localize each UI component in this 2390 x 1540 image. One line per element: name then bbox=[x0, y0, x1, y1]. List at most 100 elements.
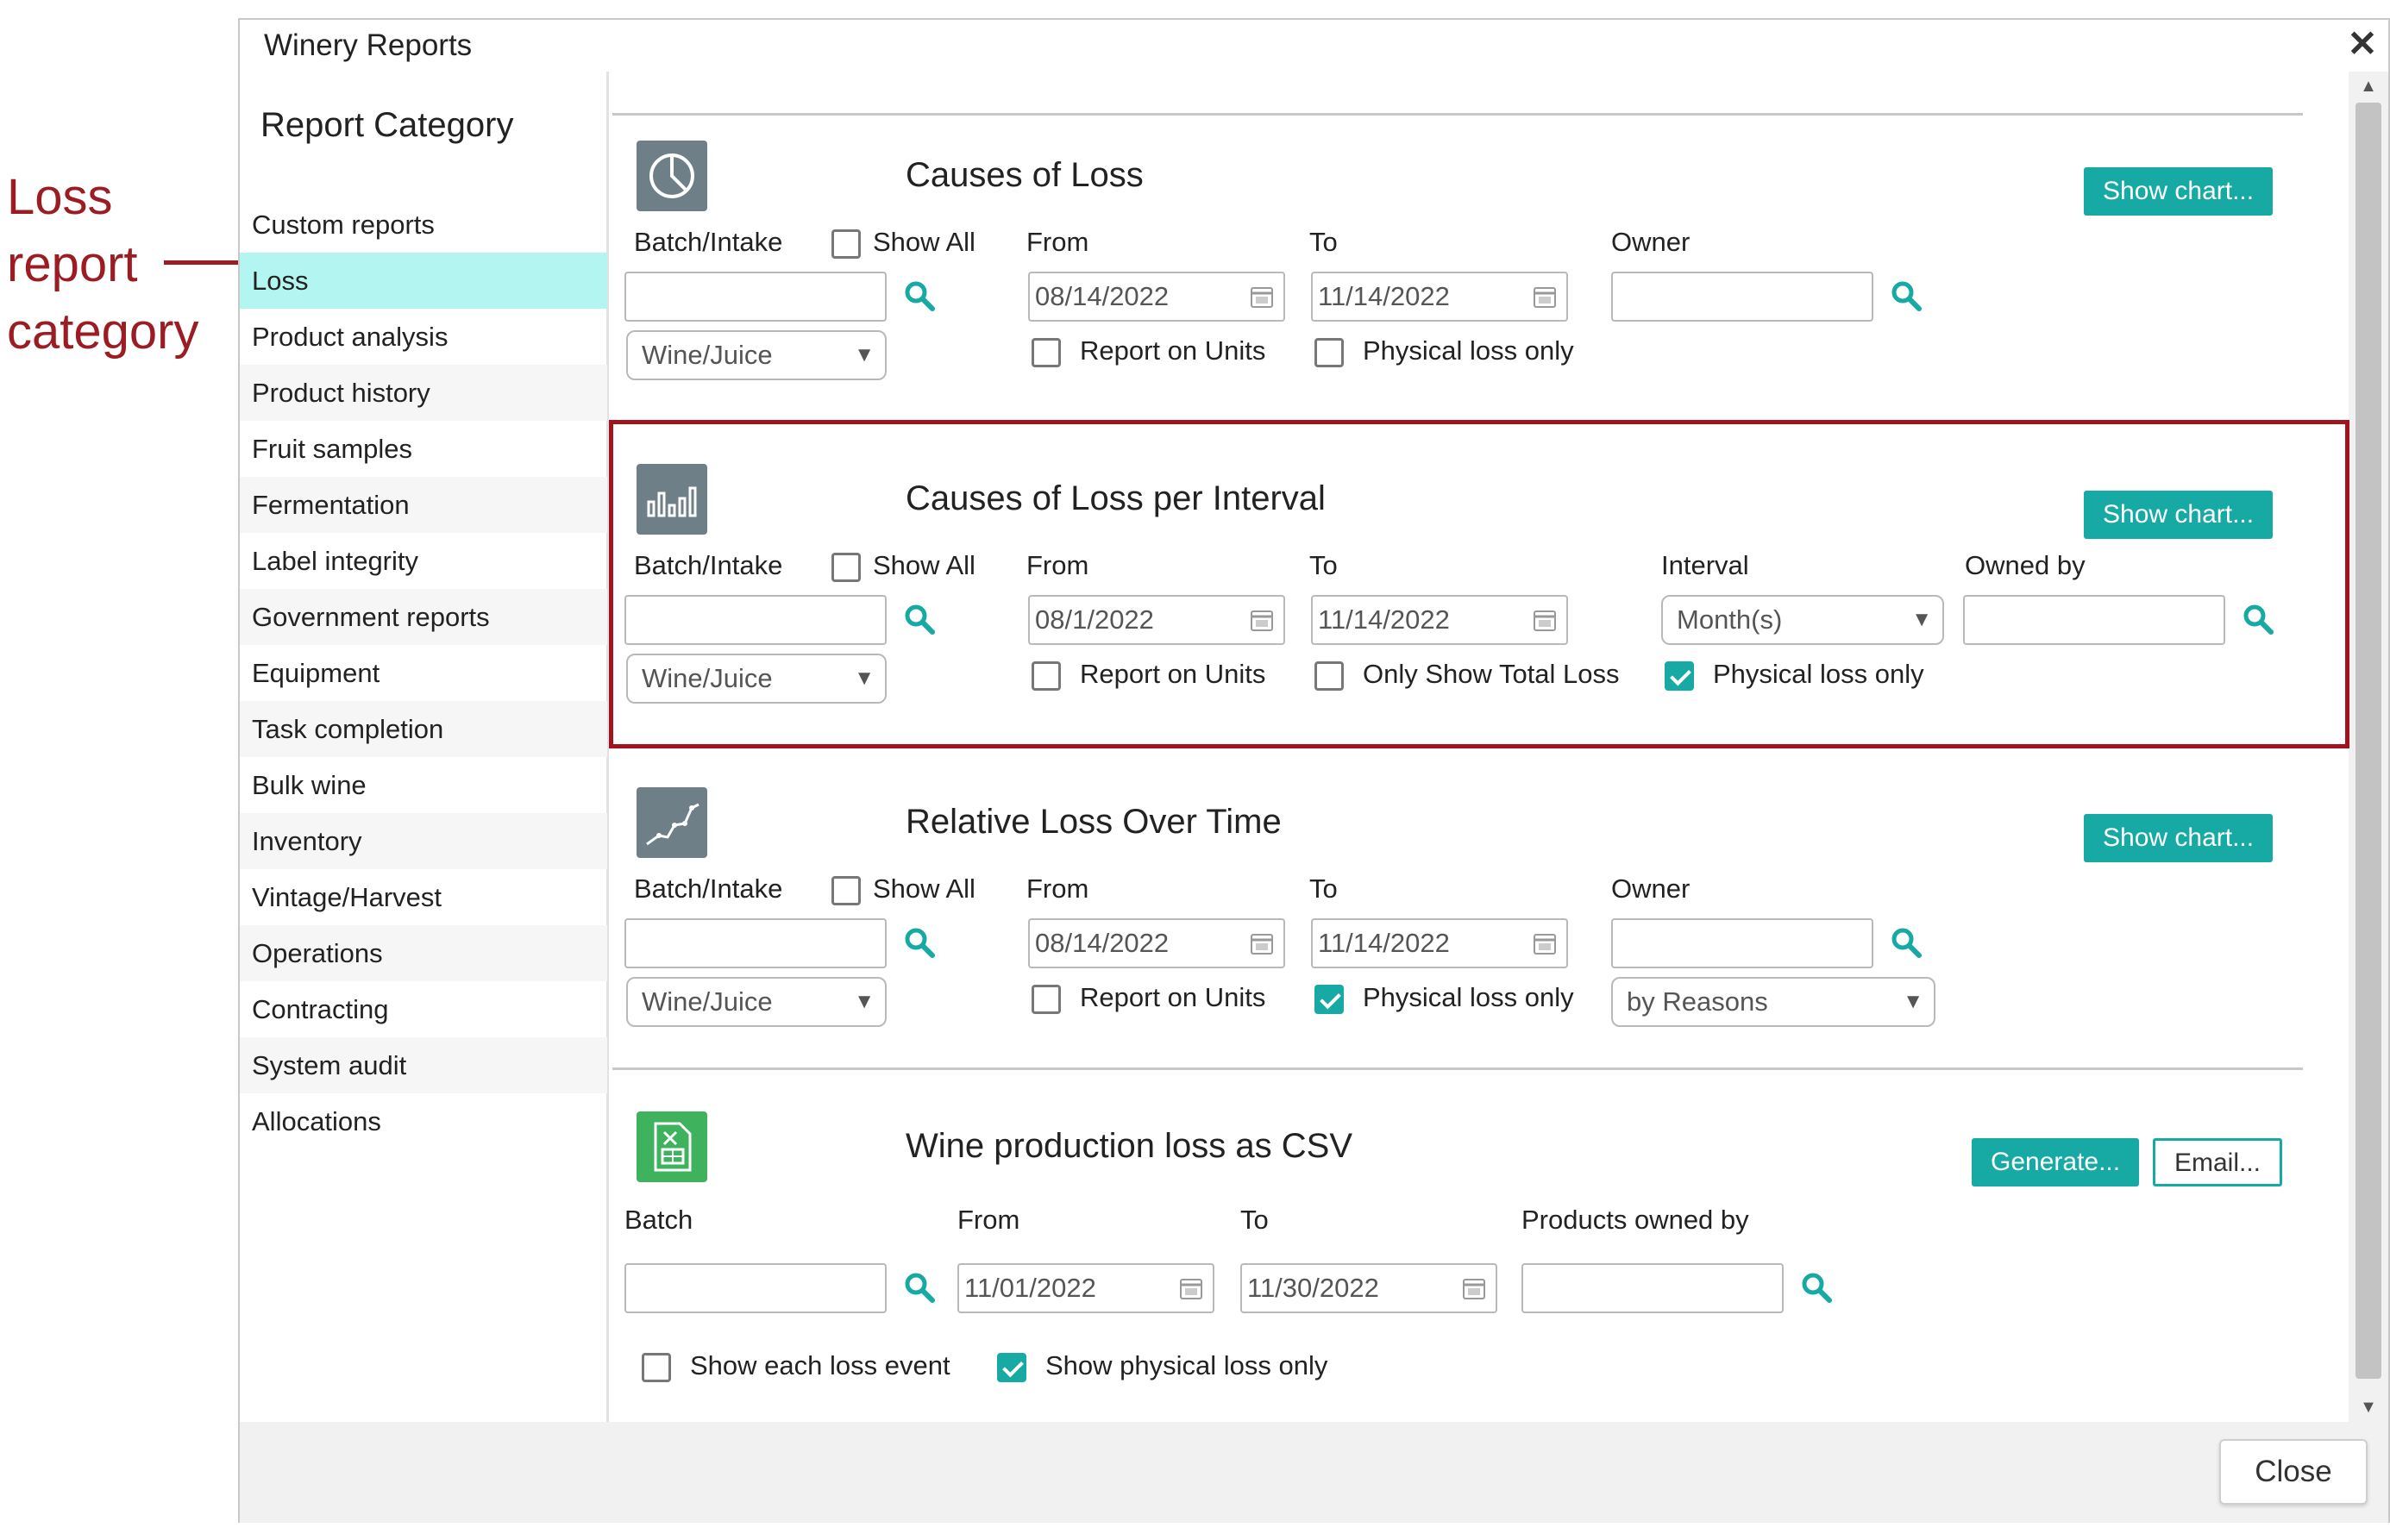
show-all-checkbox[interactable] bbox=[831, 229, 861, 259]
report-units-label: Report on Units bbox=[1080, 335, 1266, 366]
search-icon[interactable] bbox=[1889, 925, 1923, 960]
close-icon[interactable]: ✕ bbox=[2343, 25, 2381, 63]
from-date-value: 08/14/2022 bbox=[1035, 281, 1170, 311]
group-by-value: by Reasons bbox=[1627, 986, 1768, 1017]
sidebar-item-fruit-samples[interactable]: Fruit samples bbox=[240, 421, 607, 477]
close-button[interactable]: Close bbox=[2219, 1439, 2368, 1505]
pie-chart-icon bbox=[637, 141, 707, 211]
owner-label: Owner bbox=[1611, 873, 1691, 904]
scroll-thumb[interactable] bbox=[2355, 103, 2381, 1379]
to-label: To bbox=[1309, 873, 1338, 904]
calendar-icon[interactable] bbox=[1249, 284, 1275, 310]
divider bbox=[612, 1067, 2303, 1070]
physical-loss-checkbox[interactable] bbox=[997, 1353, 1026, 1382]
to-date-input[interactable]: 11/30/2022 bbox=[1240, 1263, 1497, 1313]
from-date-input[interactable]: 08/14/2022 bbox=[1028, 918, 1285, 968]
calendar-icon[interactable] bbox=[1532, 930, 1558, 956]
owner-label: Owner bbox=[1611, 227, 1691, 257]
sidebar-item-label-integrity[interactable]: Label integrity bbox=[240, 533, 607, 589]
sidebar-item-task-completion[interactable]: Task completion bbox=[240, 701, 607, 757]
dialog-titlebar: Winery Reports ✕ bbox=[240, 20, 2388, 72]
to-label: To bbox=[1309, 227, 1338, 257]
sidebar-item-inventory[interactable]: Inventory bbox=[240, 813, 607, 869]
sidebar-item-government-reports[interactable]: Government reports bbox=[240, 589, 607, 645]
scroll-down-icon[interactable]: ▼ bbox=[2349, 1394, 2388, 1420]
to-date-input[interactable]: 11/14/2022 bbox=[1311, 272, 1568, 322]
report-units-label: Report on Units bbox=[1080, 982, 1266, 1012]
report-category-sidebar: Report Category Custom reports Loss Prod… bbox=[240, 72, 609, 1422]
chevron-down-icon: ▼ bbox=[854, 990, 875, 1013]
sidebar-title: Report Category bbox=[260, 106, 514, 144]
sidebar-item-equipment[interactable]: Equipment bbox=[240, 645, 607, 701]
batch-intake-label: Batch/Intake bbox=[634, 873, 783, 904]
divider bbox=[612, 113, 2303, 116]
to-date-value: 11/14/2022 bbox=[1318, 281, 1450, 311]
from-date-input[interactable]: 11/01/2022 bbox=[957, 1263, 1214, 1313]
owner-input[interactable] bbox=[1611, 272, 1873, 322]
physical-loss-label: Physical loss only bbox=[1363, 335, 1574, 366]
show-all-label: Show All bbox=[873, 227, 975, 257]
each-loss-event-label: Show each loss event bbox=[690, 1350, 950, 1380]
report-units-checkbox[interactable] bbox=[1032, 338, 1061, 367]
sidebar-item-bulk-wine[interactable]: Bulk wine bbox=[240, 757, 607, 813]
from-label: From bbox=[1026, 873, 1089, 904]
sidebar-item-product-history[interactable]: Product history bbox=[240, 365, 607, 421]
show-chart-button[interactable]: Show chart... bbox=[2084, 814, 2274, 862]
search-icon[interactable] bbox=[1889, 279, 1923, 313]
section-title-csv: Wine production loss as CSV bbox=[906, 1127, 1353, 1165]
calendar-icon[interactable] bbox=[1178, 1275, 1204, 1301]
sidebar-item-system-audit[interactable]: System audit bbox=[240, 1037, 607, 1093]
products-owned-by-label: Products owned by bbox=[1521, 1205, 1749, 1235]
show-all-checkbox[interactable] bbox=[831, 876, 861, 905]
calendar-icon[interactable] bbox=[1249, 930, 1275, 956]
annotation-pointer bbox=[164, 260, 243, 265]
from-label: From bbox=[1026, 227, 1089, 257]
owner-input[interactable] bbox=[1611, 918, 1873, 968]
generate-button[interactable]: Generate... bbox=[1972, 1138, 2140, 1186]
each-loss-event-checkbox[interactable] bbox=[642, 1353, 671, 1382]
sidebar-item-product-analysis[interactable]: Product analysis bbox=[240, 309, 607, 365]
annotation-line-3: category bbox=[7, 304, 199, 360]
show-all-label: Show All bbox=[873, 873, 975, 904]
scroll-up-icon[interactable]: ▲ bbox=[2349, 73, 2388, 99]
sidebar-item-fermentation[interactable]: Fermentation bbox=[240, 477, 607, 533]
batch-input[interactable] bbox=[624, 918, 887, 968]
product-type-value: Wine/Juice bbox=[642, 340, 773, 370]
to-date-value: 11/14/2022 bbox=[1318, 928, 1450, 958]
show-chart-button[interactable]: Show chart... bbox=[2084, 167, 2274, 216]
annotation-line-2: report bbox=[7, 236, 138, 292]
sidebar-item-allocations[interactable]: Allocations bbox=[240, 1093, 607, 1149]
sidebar-item-custom-reports[interactable]: Custom reports bbox=[240, 197, 607, 253]
line-chart-icon bbox=[637, 787, 707, 858]
sidebar-item-operations[interactable]: Operations bbox=[240, 925, 607, 981]
physical-loss-checkbox[interactable] bbox=[1314, 985, 1344, 1014]
sidebar-item-loss[interactable]: Loss bbox=[240, 253, 607, 309]
batch-input[interactable] bbox=[624, 1263, 887, 1313]
batch-intake-label: Batch/Intake bbox=[634, 227, 783, 257]
report-units-checkbox[interactable] bbox=[1032, 985, 1061, 1014]
physical-loss-checkbox[interactable] bbox=[1314, 338, 1344, 367]
batch-label: Batch bbox=[624, 1205, 693, 1235]
email-button[interactable]: Email... bbox=[2153, 1138, 2283, 1186]
from-date-value: 11/01/2022 bbox=[964, 1273, 1096, 1303]
group-by-select[interactable]: by Reasons ▼ bbox=[1611, 977, 1935, 1027]
calendar-icon[interactable] bbox=[1461, 1275, 1487, 1301]
spreadsheet-icon bbox=[637, 1111, 707, 1182]
sidebar-item-vintage-harvest[interactable]: Vintage/Harvest bbox=[240, 869, 607, 925]
batch-input[interactable] bbox=[624, 272, 887, 322]
to-date-input[interactable]: 11/14/2022 bbox=[1311, 918, 1568, 968]
vertical-scrollbar[interactable]: ▲ ▼ bbox=[2349, 72, 2388, 1422]
search-icon[interactable] bbox=[1799, 1270, 1834, 1305]
from-date-input[interactable]: 08/14/2022 bbox=[1028, 272, 1285, 322]
annotation-text: Loss report category bbox=[7, 164, 198, 366]
product-type-select[interactable]: Wine/Juice ▼ bbox=[626, 330, 887, 380]
physical-loss-label: Show physical loss only bbox=[1045, 1350, 1328, 1380]
sidebar-item-contracting[interactable]: Contracting bbox=[240, 981, 607, 1037]
from-label: From bbox=[957, 1205, 1020, 1235]
search-icon[interactable] bbox=[902, 1270, 937, 1305]
product-type-select[interactable]: Wine/Juice ▼ bbox=[626, 977, 887, 1027]
search-icon[interactable] bbox=[902, 925, 937, 960]
products-owned-by-input[interactable] bbox=[1521, 1263, 1784, 1313]
calendar-icon[interactable] bbox=[1532, 284, 1558, 310]
search-icon[interactable] bbox=[902, 279, 937, 313]
